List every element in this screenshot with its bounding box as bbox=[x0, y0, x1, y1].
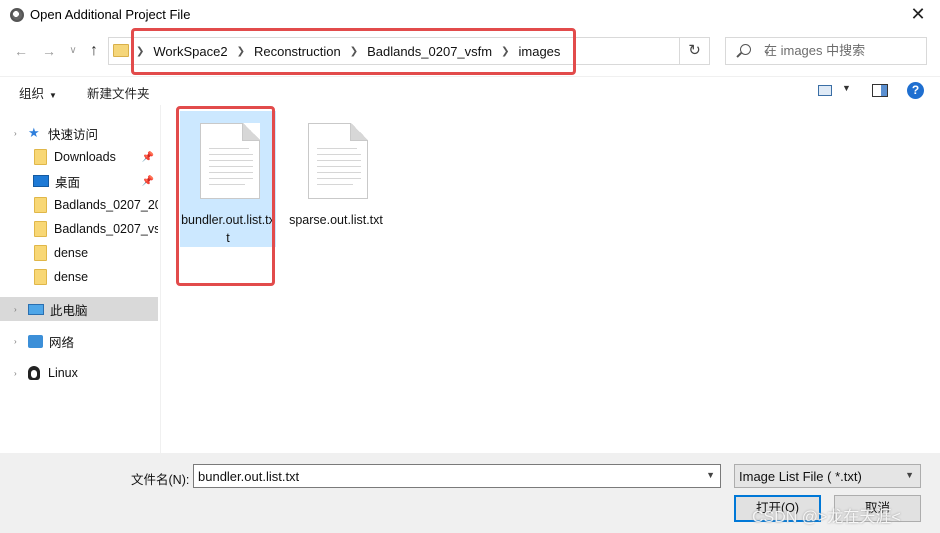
chevron-right-icon[interactable]: ❯ bbox=[501, 46, 509, 57]
refresh-button[interactable]: ↻ bbox=[680, 37, 710, 65]
sidebar-item-this-pc[interactable]: › 此电脑 bbox=[0, 297, 158, 321]
caret-down-icon: ▼ bbox=[49, 91, 57, 100]
preview-pane-icon[interactable] bbox=[872, 84, 888, 97]
folder-icon bbox=[34, 149, 47, 165]
sidebar-item-label: Linux bbox=[48, 366, 78, 380]
view-mode-icon[interactable] bbox=[818, 85, 832, 96]
sidebar-item-quick-access[interactable]: › ★ 快速访问 bbox=[0, 121, 158, 145]
chevron-right-icon[interactable]: › bbox=[14, 369, 24, 378]
chevron-right-icon[interactable]: › bbox=[14, 129, 24, 138]
chevron-right-icon[interactable]: › bbox=[14, 305, 24, 314]
sidebar-item-network[interactable]: › 网络 bbox=[0, 329, 158, 353]
command-bar: 组织 ▼ 新建文件夹 ▼ ? bbox=[0, 76, 940, 104]
sidebar-item-label: dense bbox=[54, 246, 89, 260]
help-icon[interactable]: ? bbox=[907, 82, 924, 99]
back-arrow-icon[interactable]: ← bbox=[12, 42, 30, 60]
text-file-icon bbox=[200, 123, 260, 199]
sidebar-item-label: Badlands_0207_20 bbox=[54, 198, 158, 212]
organize-label: 组织 bbox=[19, 87, 45, 101]
file-item[interactable]: sparse.out.list.txt bbox=[288, 111, 384, 247]
new-folder-button[interactable]: 新建文件夹 bbox=[87, 83, 150, 102]
folder-icon bbox=[34, 245, 47, 261]
file-name: bundler.out.list.txt bbox=[181, 213, 275, 245]
linux-penguin-icon bbox=[28, 366, 40, 380]
breadcrumb-reconstruction[interactable]: Reconstruction bbox=[254, 44, 341, 59]
folder-icon bbox=[34, 221, 47, 237]
file-list: bundler.out.list.txt sparse.out.list.txt bbox=[161, 105, 940, 453]
chevron-right-icon[interactable]: ❯ bbox=[350, 46, 358, 57]
breadcrumb: ❯ WorkSpace2 ❯ Reconstruction ❯ Badlands… bbox=[136, 38, 560, 64]
filetype-select[interactable]: Image List File ( *.txt) ▼ bbox=[734, 464, 921, 488]
file-name: sparse.out.list.txt bbox=[289, 213, 383, 227]
computer-icon bbox=[28, 303, 44, 315]
navigation-bar: ← → ∨ ↑ ❯ WorkSpace2 ❯ Reconstruction ❯ … bbox=[0, 32, 940, 70]
sidebar-item-dense[interactable]: dense bbox=[0, 265, 158, 289]
watermark: CSDN @>龙在天涯< bbox=[752, 509, 901, 526]
sidebar-item-label: Badlands_0207_vs bbox=[54, 222, 158, 236]
desktop-icon bbox=[33, 175, 49, 187]
breadcrumb-images[interactable]: images bbox=[519, 44, 561, 59]
breadcrumb-badlands[interactable]: Badlands_0207_vsfm bbox=[367, 44, 492, 59]
filename-input[interactable]: bundler.out.list.txt ▼ bbox=[193, 464, 721, 488]
filename-label: 文件名(N): bbox=[131, 473, 190, 487]
sidebar-item-label: 此电脑 bbox=[50, 303, 88, 318]
search-icon bbox=[740, 44, 751, 55]
sidebar-item-badlands-20[interactable]: Badlands_0207_20 bbox=[0, 193, 158, 217]
star-icon: ★ bbox=[28, 125, 40, 140]
chevron-right-icon[interactable]: ❯ bbox=[136, 46, 144, 57]
navigation-pane: › ★ 快速访问 Downloads 📌 桌面 📌 Badlands_0207_20 B… bbox=[0, 105, 158, 453]
recent-locations-icon[interactable]: ∨ bbox=[64, 42, 82, 60]
close-icon[interactable]: ✕ bbox=[908, 4, 928, 24]
sidebar-item-downloads[interactable]: Downloads 📌 bbox=[0, 145, 158, 169]
pin-icon: 📌 bbox=[141, 151, 154, 163]
search-input[interactable] bbox=[764, 43, 914, 58]
chevron-down-icon[interactable]: ▼ bbox=[905, 470, 914, 480]
chevron-right-icon[interactable]: ❯ bbox=[237, 46, 245, 57]
title-bar: Open Additional Project File ✕ bbox=[0, 0, 940, 32]
organize-menu[interactable]: 组织 ▼ bbox=[19, 83, 57, 102]
sidebar-item-label: 桌面 bbox=[55, 175, 81, 190]
folder-icon bbox=[34, 269, 47, 285]
sidebar-item-desktop[interactable]: 桌面 📌 bbox=[0, 169, 158, 193]
sidebar-item-label: dense bbox=[54, 270, 89, 284]
pin-icon: 📌 bbox=[141, 175, 154, 187]
network-icon bbox=[28, 334, 43, 348]
sidebar-item-dense[interactable]: dense bbox=[0, 241, 158, 265]
text-file-icon bbox=[308, 123, 368, 199]
breadcrumb-workspace2[interactable]: WorkSpace2 bbox=[153, 44, 227, 59]
address-bar[interactable]: ❯ WorkSpace2 ❯ Reconstruction ❯ Badlands… bbox=[108, 37, 771, 65]
sidebar-item-label: 网络 bbox=[49, 335, 75, 350]
dialog-footer: 文件名(N): bundler.out.list.txt ▼ Image Lis… bbox=[0, 453, 940, 533]
app-icon bbox=[10, 8, 24, 22]
sidebar-item-label: 快速访问 bbox=[48, 127, 99, 142]
sidebar-item-linux[interactable]: › Linux bbox=[0, 361, 158, 385]
folder-icon bbox=[113, 44, 129, 57]
up-arrow-icon[interactable]: ↑ bbox=[85, 42, 103, 60]
window-title: Open Additional Project File bbox=[30, 7, 191, 22]
folder-icon bbox=[34, 197, 47, 213]
view-caret-icon[interactable]: ▼ bbox=[842, 83, 851, 93]
sidebar-item-label: Downloads bbox=[54, 150, 116, 164]
filename-value: bundler.out.list.txt bbox=[198, 469, 300, 484]
filetype-value: Image List File ( *.txt) bbox=[739, 469, 862, 484]
sidebar-item-badlands-vsfm[interactable]: Badlands_0207_vs bbox=[0, 217, 158, 241]
file-item[interactable]: bundler.out.list.txt bbox=[180, 111, 276, 247]
forward-arrow-icon[interactable]: → bbox=[40, 42, 58, 60]
search-box[interactable] bbox=[725, 37, 927, 65]
chevron-down-icon[interactable]: ▼ bbox=[706, 470, 715, 480]
chevron-right-icon[interactable]: › bbox=[14, 337, 24, 346]
